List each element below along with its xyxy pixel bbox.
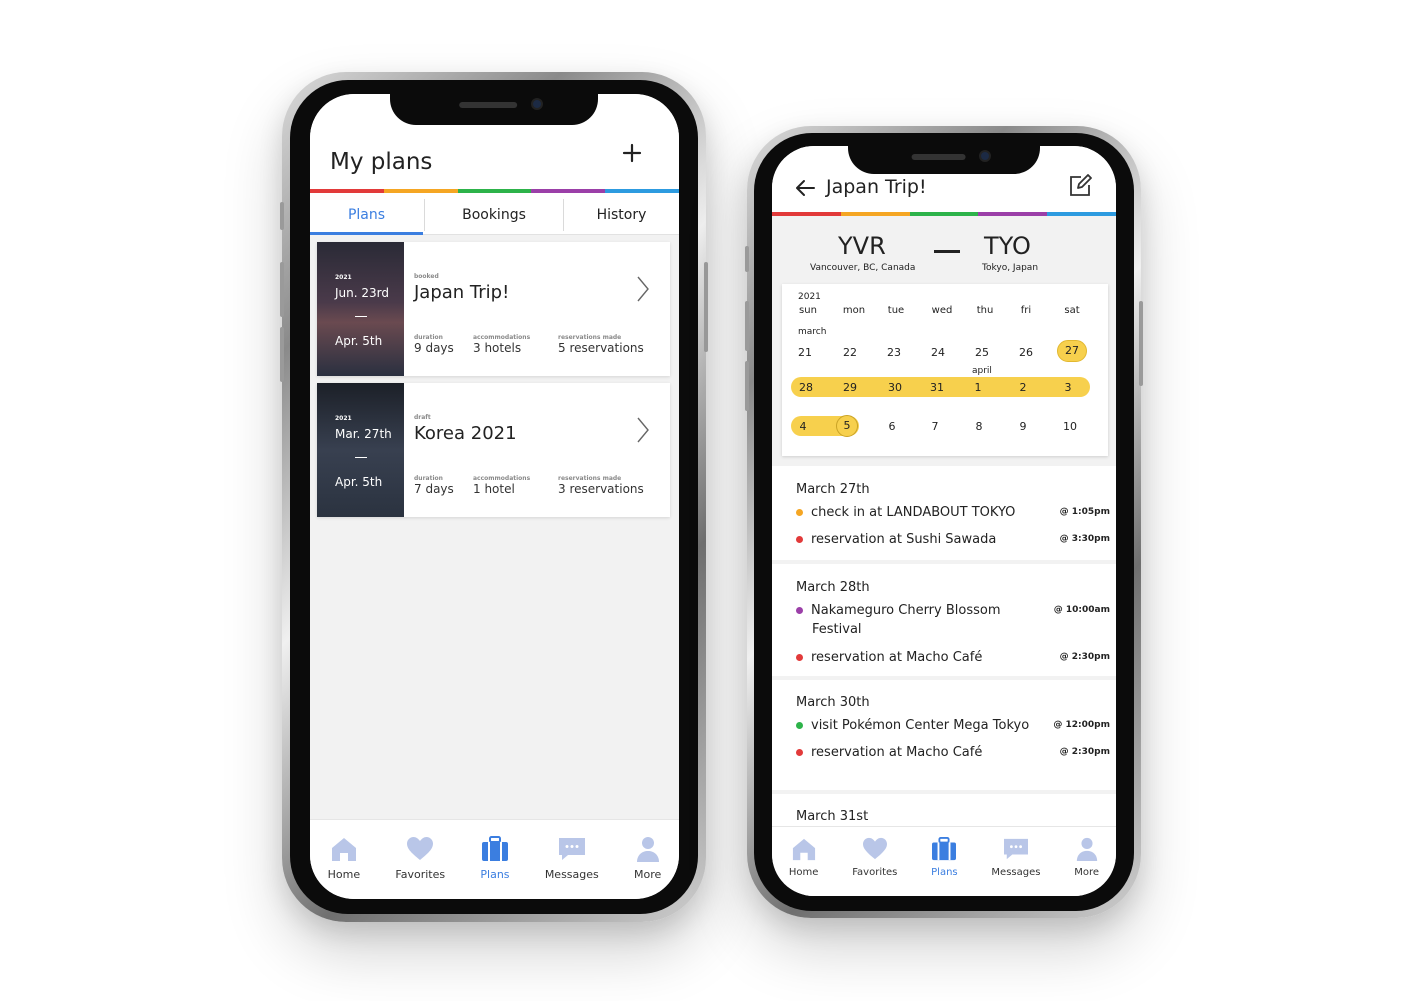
calendar-day[interactable]: 10 — [1055, 420, 1085, 433]
heart-icon — [862, 837, 887, 860]
side-button — [745, 246, 749, 272]
nav-messages[interactable]: Messages — [991, 837, 1040, 878]
nav-home[interactable]: Home — [328, 836, 360, 881]
camera-icon — [531, 98, 543, 110]
nav-favorites[interactable]: Favorites — [852, 837, 897, 878]
itinerary-event[interactable]: Nakameguro Cherry Blossom @ 10:00am — [796, 603, 1110, 618]
calendar-day[interactable]: 23 — [879, 346, 909, 359]
home-icon — [331, 838, 356, 861]
calendar-day[interactable]: 30 — [880, 381, 910, 394]
tokyo-thumbnail: 2021 Jun. 23rd Apr. 5th — [317, 242, 404, 376]
nav-home[interactable]: Home — [789, 837, 818, 878]
plan-card[interactable]: 2021 Mar. 27th Apr. 5th draft Korea 2021… — [317, 383, 670, 517]
right-phone: Japan Trip! YVR Vancouver, BC, Canada TY… — [745, 126, 1143, 918]
destination-code: TYO — [984, 232, 1031, 260]
notch — [848, 146, 1040, 174]
route-dash — [934, 250, 960, 253]
tab-plans-underline — [310, 232, 423, 235]
calendar-day[interactable]: 1 — [963, 381, 993, 394]
calendar-day[interactable]: 28 — [791, 381, 821, 394]
heart-icon — [407, 837, 434, 860]
calendar-day[interactable]: 21 — [790, 346, 820, 359]
chevron-right-icon — [636, 416, 650, 448]
itinerary-event[interactable]: reservation at Sushi Sawada @ 3:30pm — [796, 532, 1110, 547]
itinerary-event[interactable]: reservation at Macho Café @ 2:30pm — [796, 745, 1110, 760]
calendar-day[interactable]: 31 — [922, 381, 952, 394]
nav-plans[interactable]: Plans — [480, 836, 510, 881]
volume-down-button — [745, 361, 749, 411]
plan-name: Korea 2021 — [414, 423, 517, 444]
chat-bubble-icon — [1003, 838, 1028, 860]
left-phone: My plans Plans Bookings History 2021 Jun… — [280, 72, 708, 922]
nav-plans[interactable]: Plans — [931, 837, 958, 878]
volume-up-button — [280, 262, 284, 317]
calendar-day[interactable]: 8 — [964, 420, 994, 433]
power-button — [1139, 301, 1143, 386]
volume-up-button — [745, 301, 749, 351]
bottom-nav: Home Favorites Plans Messages More — [772, 826, 1116, 896]
left-screen: My plans Plans Bookings History 2021 Jun… — [310, 94, 679, 899]
tab-history[interactable]: History — [564, 207, 679, 223]
home-icon — [792, 838, 815, 861]
calendar-day[interactable]: 29 — [835, 381, 865, 394]
person-icon — [636, 837, 659, 862]
itinerary-event[interactable]: check in at LANDABOUT TOKYO @ 1:05pm — [796, 505, 1110, 520]
notch — [390, 94, 598, 125]
selected-start-day[interactable]: 27 — [1057, 340, 1087, 362]
person-icon — [1076, 837, 1097, 861]
selected-end-day[interactable]: 5 — [836, 415, 858, 437]
right-screen: Japan Trip! YVR Vancouver, BC, Canada TY… — [772, 146, 1116, 896]
calendar-day[interactable]: 2 — [1008, 381, 1038, 394]
calendar-day[interactable]: 6 — [877, 420, 907, 433]
suitcase-icon — [932, 837, 957, 861]
calendar-day[interactable]: 7 — [920, 420, 950, 433]
tab-plans[interactable]: Plans — [310, 207, 423, 223]
itinerary-day: March 30th visit Pokémon Center Mega Tok… — [772, 680, 1116, 790]
nav-more[interactable]: More — [1074, 837, 1099, 878]
bottom-nav: Home Favorites Plans Messages More — [310, 819, 679, 899]
suitcase-icon — [481, 836, 508, 861]
itinerary-day: March 27th check in at LANDABOUT TOKYO @ … — [772, 466, 1116, 560]
calendar-day[interactable]: 22 — [835, 346, 865, 359]
back-arrow-icon[interactable] — [794, 179, 816, 201]
edit-icon[interactable] — [1068, 174, 1092, 202]
volume-down-button — [280, 327, 284, 382]
page-title: Japan Trip! — [826, 176, 927, 198]
nav-favorites[interactable]: Favorites — [395, 836, 445, 881]
nav-more[interactable]: More — [634, 836, 661, 881]
destination-city: Tokyo, Japan — [982, 263, 1039, 273]
origin-code: YVR — [838, 232, 886, 260]
nav-messages[interactable]: Messages — [545, 836, 599, 881]
camera-icon — [979, 150, 991, 162]
tab-bar: Plans Bookings History — [310, 193, 679, 235]
calendar-year: 2021 — [798, 292, 821, 302]
rainbow-divider — [772, 212, 1116, 216]
side-button — [280, 202, 284, 230]
seoul-thumbnail: 2021 Mar. 27th Apr. 5th — [317, 383, 404, 517]
calendar-day[interactable]: 3 — [1053, 381, 1083, 394]
calendar: 2021 sun mon tue wed thu fri sat march 2… — [782, 284, 1108, 456]
calendar-day[interactable]: 26 — [1011, 346, 1041, 359]
chevron-right-icon — [636, 275, 650, 307]
calendar-day[interactable]: 24 — [923, 346, 953, 359]
page-title: My plans — [330, 149, 433, 175]
itinerary-event[interactable]: reservation at Macho Café @ 2:30pm — [796, 650, 1110, 665]
itinerary-event[interactable]: visit Pokémon Center Mega Tokyo @ 12:00pm — [796, 718, 1110, 733]
chat-bubble-icon — [558, 838, 585, 860]
calendar-day[interactable]: 9 — [1008, 420, 1038, 433]
plus-icon[interactable] — [621, 142, 643, 164]
tab-bookings[interactable]: Bookings — [425, 207, 563, 223]
plan-card[interactable]: 2021 Jun. 23rd Apr. 5th booked Japan Tri… — [317, 242, 670, 376]
plan-name: Japan Trip! — [414, 282, 510, 303]
power-button — [704, 262, 708, 352]
calendar-day[interactable]: 25 — [967, 346, 997, 359]
itinerary-day: March 28th Nakameguro Cherry Blossom @ 10… — [772, 564, 1116, 676]
origin-city: Vancouver, BC, Canada — [810, 263, 916, 273]
calendar-day[interactable]: 4 — [788, 420, 818, 433]
